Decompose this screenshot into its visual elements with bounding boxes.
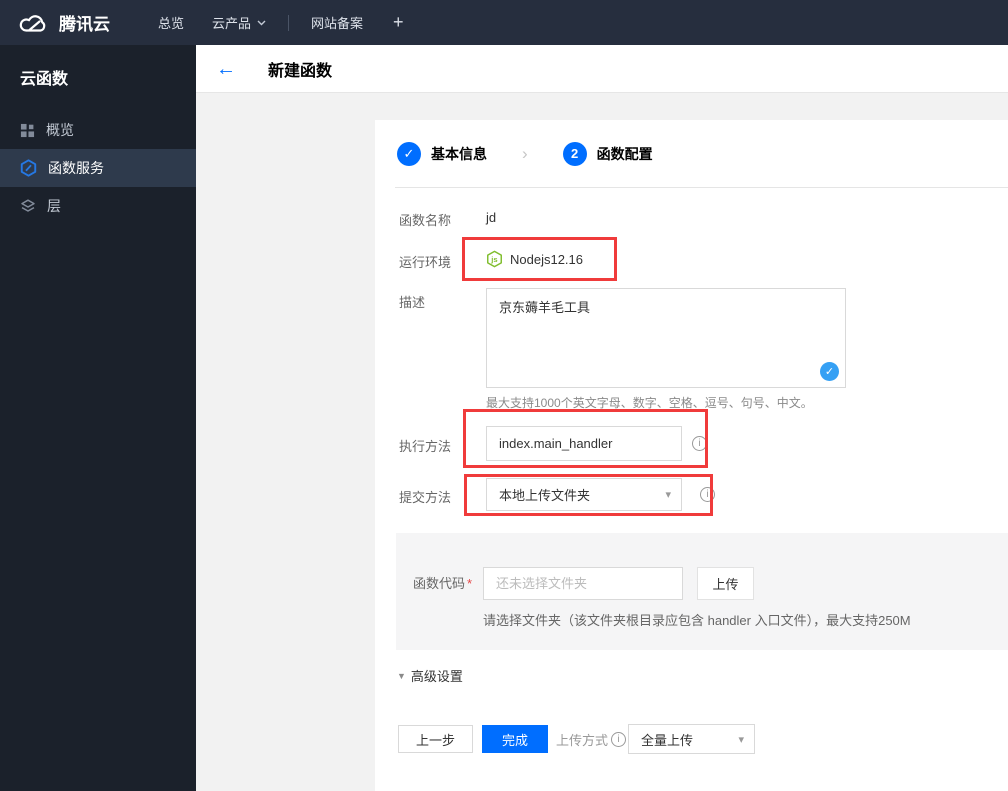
- top-navbar: 腾讯云 总览 云产品 网站备案 +: [0, 0, 1008, 45]
- function-hexagon-icon: [20, 159, 37, 177]
- handler-info-icon[interactable]: i: [692, 436, 707, 451]
- function-code-section: 函数代码* 上传 请选择文件夹（该文件夹根目录应包含 handler 入口文件）…: [396, 533, 1008, 650]
- triangle-down-icon: ▼: [397, 670, 406, 681]
- steps-divider: [395, 187, 1008, 188]
- nav-overview[interactable]: 总览: [144, 13, 198, 32]
- upload-mode-label-text: 上传方式: [556, 732, 609, 748]
- runtime-label: 运行环境: [399, 255, 452, 270]
- upload-mode-info-icon[interactable]: i: [611, 731, 627, 747]
- function-name-value: jd: [486, 210, 497, 225]
- required-asterisk: *: [467, 576, 473, 591]
- page-header: ← 新建函数: [196, 45, 1008, 93]
- nav-icp[interactable]: 网站备案: [297, 13, 377, 32]
- handler-input[interactable]: [486, 426, 682, 461]
- step-chevron-icon: ›: [522, 143, 528, 163]
- function-name-label: 函数名称: [399, 213, 452, 228]
- step2-label: 函数配置: [596, 145, 653, 162]
- tencent-cloud-logo[interactable]: 腾讯云: [0, 10, 140, 35]
- cloud-logo-icon: [18, 12, 48, 34]
- valid-check-icon: ✓: [820, 362, 839, 381]
- grid-icon: [20, 123, 35, 138]
- step2-number: 2: [562, 141, 587, 166]
- previous-step-button[interactable]: 上一步: [398, 725, 473, 753]
- back-button[interactable]: ←: [216, 59, 236, 79]
- upload-mode-label: 上传方式 i: [556, 725, 627, 753]
- runtime-value-text: Nodejs12.16: [510, 251, 583, 267]
- sidebar-item-overview[interactable]: 概览: [0, 111, 196, 149]
- nav-add-tab-button[interactable]: +: [377, 12, 420, 33]
- nav-products[interactable]: 云产品: [198, 13, 280, 32]
- sidebar-item-label: 概览: [46, 122, 74, 138]
- folder-path-input[interactable]: [483, 567, 683, 600]
- nav-products-label: 云产品: [212, 16, 252, 31]
- submit-method-select[interactable]: 本地上传文件夹 ▾: [486, 478, 682, 511]
- step1-check-icon: ✓: [397, 141, 421, 166]
- svg-text:js: js: [490, 255, 497, 264]
- submit-method-value: 本地上传文件夹: [499, 488, 591, 503]
- nodejs-icon: js: [486, 250, 503, 268]
- brand-name: 腾讯云: [59, 15, 110, 34]
- runtime-value: js Nodejs12.16: [486, 247, 583, 271]
- submit-method-info-icon[interactable]: i: [700, 487, 715, 502]
- page-title: 新建函数: [268, 62, 333, 80]
- description-textarea[interactable]: 京东薅羊毛工具: [486, 288, 846, 388]
- submit-method-label: 提交方法: [399, 490, 452, 505]
- advanced-settings-label: 高级设置: [410, 669, 463, 684]
- create-function-card: ✓ 基本信息 › 2 函数配置 函数名称 jd 运行环境 js Nodejs12…: [375, 120, 1008, 791]
- sidebar-item-label: 层: [47, 198, 61, 214]
- sidebar: 云函数 概览 函数服务 层: [0, 45, 196, 791]
- caret-down-icon: ▾: [665, 489, 671, 501]
- sidebar-product-title: 云函数: [20, 71, 69, 88]
- step-indicator: ✓ 基本信息 › 2 函数配置: [375, 120, 1008, 187]
- function-code-hint: 请选择文件夹（该文件夹根目录应包含 handler 入口文件），最大支持250M: [483, 613, 911, 628]
- description-label: 描述: [399, 295, 426, 310]
- sidebar-item-layers[interactable]: 层: [0, 187, 196, 225]
- finish-button[interactable]: 完成: [482, 725, 548, 753]
- function-code-label-text: 函数代码: [413, 576, 466, 591]
- upload-button[interactable]: 上传: [697, 567, 754, 600]
- nav-divider: [288, 14, 290, 31]
- upload-mode-value: 全量上传: [641, 732, 694, 748]
- handler-label: 执行方法: [399, 439, 452, 454]
- advanced-settings-toggle[interactable]: ▼ 高级设置: [397, 666, 463, 685]
- sidebar-item-function-service[interactable]: 函数服务: [0, 149, 196, 187]
- description-hint: 最大支持1000个英文字母、数字、空格、逗号、句号、中文。: [486, 396, 813, 410]
- step1-label: 基本信息: [431, 145, 487, 162]
- chevron-down-icon: [257, 20, 266, 26]
- layers-icon: [20, 198, 36, 214]
- sidebar-item-label: 函数服务: [48, 160, 104, 176]
- upload-mode-select[interactable]: 全量上传 ▾: [628, 724, 755, 754]
- navbar-menu: 总览 云产品 网站备案 +: [144, 12, 420, 33]
- function-code-label: 函数代码 *: [413, 567, 472, 600]
- caret-down-icon: ▾: [738, 733, 744, 746]
